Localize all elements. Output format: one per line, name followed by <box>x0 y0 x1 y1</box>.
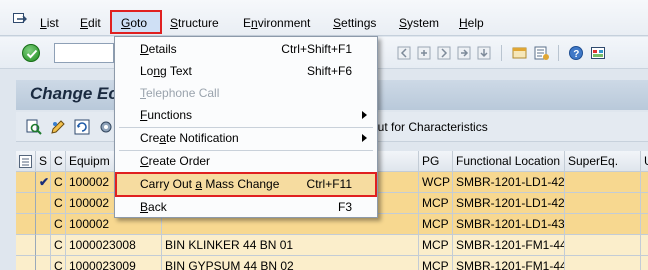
row-supereq <box>565 256 641 270</box>
row-selector[interactable] <box>16 193 36 214</box>
row-equipment: 1000023008 <box>66 235 162 256</box>
row-selector[interactable] <box>16 172 36 193</box>
row-u <box>641 214 648 235</box>
row-u <box>641 172 648 193</box>
row-selector[interactable] <box>16 235 36 256</box>
goto-menu-dropdown: Details Ctrl+Shift+F1 Long Text Shift+F6… <box>114 36 378 218</box>
row-pg: MCP <box>419 235 453 256</box>
row-u <box>641 235 648 256</box>
sap-window: { "menubar": { "items": [ {"pre": "", "m… <box>0 0 648 270</box>
row-equipment: 1000023009 <box>66 256 162 270</box>
menu-item-back[interactable]: Back F3 <box>115 196 377 218</box>
row-functional-location: SMBR-1201-FM1-44 <box>453 256 565 270</box>
menu-structure[interactable]: Structure <box>170 16 219 30</box>
row-description: BIN KLINKER 44 BN 01 <box>162 235 419 256</box>
row-u <box>641 193 648 214</box>
row-functional-location: SMBR-1201-LD1-42 <box>453 193 565 214</box>
refresh-icon[interactable] <box>74 119 90 135</box>
shortcut-icon[interactable] <box>534 45 550 61</box>
menu-item-telephone-call: Telephone Call <box>140 86 220 100</box>
row-category: C <box>51 193 66 214</box>
display-search-icon[interactable] <box>26 119 42 135</box>
create-session-icon[interactable] <box>512 45 528 61</box>
menu-item-functions[interactable]: Functions <box>115 104 377 126</box>
row-functional-location: SMBR-1201-LD1-42 <box>453 172 565 193</box>
first-page-icon[interactable] <box>397 45 413 61</box>
enter-check-icon[interactable] <box>22 44 40 62</box>
row-category: C <box>51 235 66 256</box>
row-selector[interactable] <box>16 256 36 270</box>
characteristics-button-label[interactable]: out for Characteristics <box>371 120 488 134</box>
toolbar-separator-2 <box>558 45 559 61</box>
row-supereq <box>565 235 641 256</box>
menu-system[interactable]: System <box>399 16 439 30</box>
row-supereq <box>565 214 641 235</box>
next-page-icon[interactable] <box>437 45 453 61</box>
row-pg: MCP <box>419 193 453 214</box>
row-supereq <box>565 193 641 214</box>
menu-bar: List Edit Goto Structure Environment Set… <box>0 0 648 36</box>
download-page-icon[interactable] <box>477 45 493 61</box>
change-pencil-icon[interactable] <box>50 119 66 135</box>
row-status-check[interactable]: ✔ <box>36 172 51 193</box>
row-pg: MCP <box>419 214 453 235</box>
command-field[interactable] <box>54 43 114 63</box>
menu-edit[interactable]: Edit <box>80 16 101 30</box>
row-supereq <box>565 172 641 193</box>
shortcut-label: Ctrl+Shift+F1 <box>281 42 352 56</box>
row-pg: MCP <box>419 256 453 270</box>
menu-item-carry-out-mass-change[interactable]: Carry Out a Mass Change Ctrl+F11 <box>115 172 377 197</box>
last-page-icon[interactable] <box>457 45 473 61</box>
toolbar-separator <box>501 45 502 61</box>
row-status <box>36 235 51 256</box>
row-u <box>641 256 648 270</box>
menu-item-details[interactable]: Details Ctrl+Shift+F1 <box>115 38 377 60</box>
page-title: Change Ec <box>30 84 118 103</box>
row-category: C <box>51 256 66 270</box>
settings-gear-icon[interactable] <box>98 119 114 135</box>
row-category: C <box>51 172 66 193</box>
shortcut-label: F3 <box>337 200 352 214</box>
column-header-pg[interactable]: PG <box>419 151 453 172</box>
column-header-s[interactable]: S <box>36 151 51 172</box>
menu-list[interactable]: List <box>40 16 59 30</box>
layout-menu-icon[interactable] <box>590 45 606 61</box>
select-all-icon[interactable] <box>16 151 36 172</box>
column-header-c[interactable]: C <box>51 151 66 172</box>
row-status <box>36 214 51 235</box>
shortcut-label: Ctrl+F11 <box>306 177 352 191</box>
menu-help[interactable]: Help <box>459 16 484 30</box>
menu-exit-icon[interactable] <box>13 13 27 25</box>
help-icon[interactable]: ? <box>568 45 584 61</box>
row-status <box>36 256 51 270</box>
previous-page-icon[interactable] <box>417 45 433 61</box>
column-header-u[interactable]: U <box>641 151 648 172</box>
row-functional-location: SMBR-1201-LD1-43 <box>453 214 565 235</box>
row-status <box>36 193 51 214</box>
menu-goto[interactable]: Goto <box>121 16 147 30</box>
shortcut-label: Shift+F6 <box>306 64 352 78</box>
row-pg: WCP <box>419 172 453 193</box>
column-header-supereq[interactable]: SuperEq. <box>565 151 641 172</box>
row-category: C <box>51 214 66 235</box>
submenu-arrow-icon <box>362 134 367 142</box>
menu-item-create-order[interactable]: Create Order <box>115 150 377 172</box>
menu-environment[interactable]: Environment <box>243 16 310 30</box>
column-header-functional-location[interactable]: Functional Location <box>453 151 565 172</box>
menu-item-long-text[interactable]: Long Text Shift+F6 <box>115 60 377 82</box>
row-functional-location: SMBR-1201-FM1-44 <box>453 235 565 256</box>
row-description: BIN GYPSUM 44 BN 02 <box>162 256 419 270</box>
svg-text:?: ? <box>573 49 579 60</box>
submenu-arrow-icon <box>362 111 367 119</box>
row-selector[interactable] <box>16 214 36 235</box>
menu-item-create-notification[interactable]: Create Notification <box>115 127 377 149</box>
menu-settings[interactable]: Settings <box>333 16 376 30</box>
